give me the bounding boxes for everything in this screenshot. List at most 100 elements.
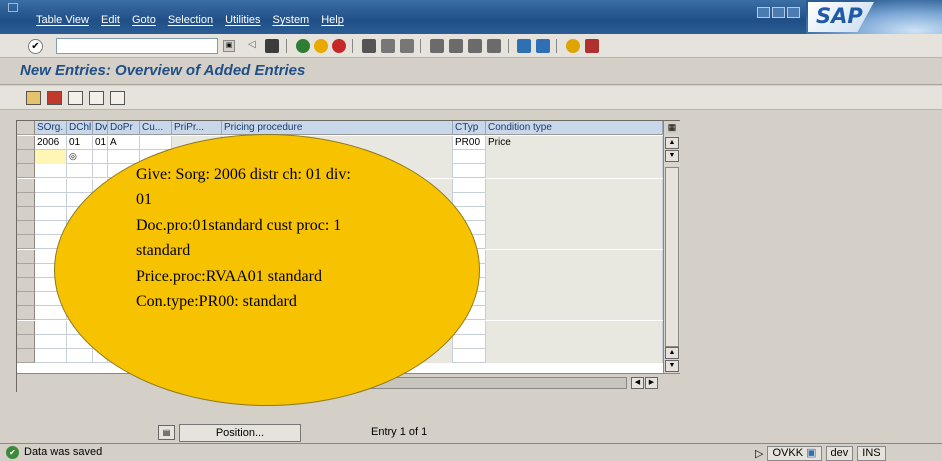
table-cell[interactable] <box>35 334 67 349</box>
command-history-icon[interactable]: ▣ <box>223 40 235 52</box>
menu-selection[interactable]: Selection <box>168 14 213 26</box>
layout-menu-icon[interactable] <box>585 39 599 53</box>
table-cell[interactable] <box>486 150 663 165</box>
table-cell[interactable] <box>35 192 67 207</box>
table-cell[interactable] <box>453 334 486 349</box>
table-cell[interactable] <box>486 207 663 221</box>
menu-goto[interactable]: Goto <box>132 14 156 26</box>
row-selector[interactable] <box>17 192 35 207</box>
shortcut-icon[interactable] <box>536 39 550 53</box>
row-selector[interactable] <box>17 150 35 165</box>
find-icon[interactable] <box>381 39 395 53</box>
menu-utilities[interactable]: Utilities <box>225 14 260 26</box>
scroll-up-icon[interactable]: ▼ <box>665 150 679 162</box>
column-header[interactable]: PriPr... <box>172 121 222 135</box>
row-selector[interactable] <box>17 263 35 278</box>
table-cell[interactable] <box>486 263 663 278</box>
position-icon[interactable]: ▤ <box>158 425 175 440</box>
column-header[interactable]: Condition type <box>486 121 663 135</box>
row-selector[interactable] <box>17 334 35 349</box>
column-header[interactable]: Cu... <box>140 121 172 135</box>
print-icon[interactable] <box>362 39 376 53</box>
table-cell[interactable] <box>486 292 663 307</box>
position-button[interactable]: Position... <box>179 424 301 442</box>
column-header[interactable]: Pricing procedure <box>222 121 453 135</box>
row-selector[interactable] <box>17 306 35 321</box>
first-page-icon[interactable] <box>430 39 444 53</box>
copy-as-icon[interactable] <box>47 91 62 105</box>
menu-system[interactable]: System <box>273 14 310 26</box>
select-all-icon[interactable] <box>89 91 104 105</box>
table-cell[interactable] <box>35 207 67 221</box>
table-cell[interactable] <box>486 278 663 292</box>
next-page-icon[interactable] <box>468 39 482 53</box>
new-session-icon[interactable] <box>517 39 531 53</box>
table-cell[interactable] <box>486 178 663 193</box>
find-next-icon[interactable] <box>400 39 414 53</box>
column-header[interactable]: CTyp <box>453 121 486 135</box>
table-cell[interactable]: A <box>108 136 140 150</box>
table-cell[interactable] <box>486 306 663 321</box>
display-change-icon[interactable] <box>26 91 41 105</box>
row-selector[interactable] <box>17 292 35 307</box>
row-selector[interactable] <box>17 278 35 292</box>
help-icon[interactable] <box>566 39 580 53</box>
table-cell[interactable]: PR00 <box>453 136 486 150</box>
vertical-scrollbar[interactable]: ▲ ▼ ▲ ▼ <box>663 135 680 373</box>
column-header[interactable]: DoPr <box>108 121 140 135</box>
column-header[interactable]: Dv <box>93 121 108 135</box>
scroll-top-icon[interactable]: ▲ <box>665 137 679 149</box>
system-menu-icon[interactable] <box>8 3 18 12</box>
menu-help[interactable]: Help <box>321 14 344 26</box>
table-cell[interactable] <box>486 249 663 264</box>
row-selector[interactable] <box>17 249 35 264</box>
column-header[interactable]: SOrg. <box>35 121 67 135</box>
table-cell[interactable] <box>486 334 663 349</box>
table-cell[interactable]: 01 <box>93 136 108 150</box>
table-cell[interactable] <box>93 150 108 165</box>
column-header[interactable]: DChl <box>67 121 93 135</box>
delete-icon[interactable] <box>68 91 83 105</box>
scroll-bottom-icon[interactable]: ▼ <box>665 360 679 372</box>
maximize-button[interactable] <box>772 7 785 18</box>
table-cell[interactable] <box>486 192 663 207</box>
save-icon[interactable] <box>265 39 279 53</box>
table-cell[interactable] <box>140 136 172 150</box>
back-arrow-icon[interactable]: ◁ <box>248 39 262 53</box>
enter-checkmark-icon[interactable]: ✔ <box>28 39 43 54</box>
menu-edit[interactable]: Edit <box>101 14 120 26</box>
table-cell[interactable] <box>67 178 93 193</box>
table-cell[interactable] <box>35 320 67 335</box>
close-button[interactable] <box>787 7 800 18</box>
table-cell[interactable] <box>35 164 67 179</box>
last-page-icon[interactable] <box>487 39 501 53</box>
table-cell[interactable] <box>486 349 663 363</box>
vertical-scroll-thumb[interactable] <box>665 167 679 347</box>
scroll-down-icon[interactable]: ▲ <box>665 347 679 359</box>
table-cell[interactable] <box>67 164 93 179</box>
table-cell[interactable] <box>486 164 663 179</box>
table-cell[interactable] <box>35 349 67 363</box>
cancel-icon[interactable] <box>332 39 346 53</box>
table-cell[interactable] <box>93 164 108 179</box>
row-selector[interactable] <box>17 178 35 193</box>
server-icon[interactable]: ▣ <box>806 447 816 459</box>
previous-page-icon[interactable] <box>449 39 463 53</box>
row-selector[interactable] <box>17 207 35 221</box>
exit-icon[interactable] <box>314 39 328 53</box>
table-cell[interactable] <box>67 349 93 363</box>
row-selector[interactable] <box>17 349 35 363</box>
row-selector[interactable] <box>17 164 35 179</box>
table-cell[interactable] <box>453 349 486 363</box>
select-all-rows[interactable] <box>17 121 35 135</box>
command-field[interactable] <box>56 38 218 54</box>
back-icon[interactable] <box>296 39 310 53</box>
row-selector[interactable] <box>17 235 35 250</box>
table-cell[interactable]: 2006 <box>35 136 67 150</box>
table-cell[interactable]: Price <box>486 136 663 150</box>
menu-table-view[interactable]: Table View <box>36 14 89 26</box>
table-cell[interactable] <box>486 235 663 250</box>
table-settings-icon[interactable]: ▦ <box>663 121 680 135</box>
table-cell[interactable]: ◎ <box>67 150 93 165</box>
table-cell[interactable] <box>35 150 67 165</box>
